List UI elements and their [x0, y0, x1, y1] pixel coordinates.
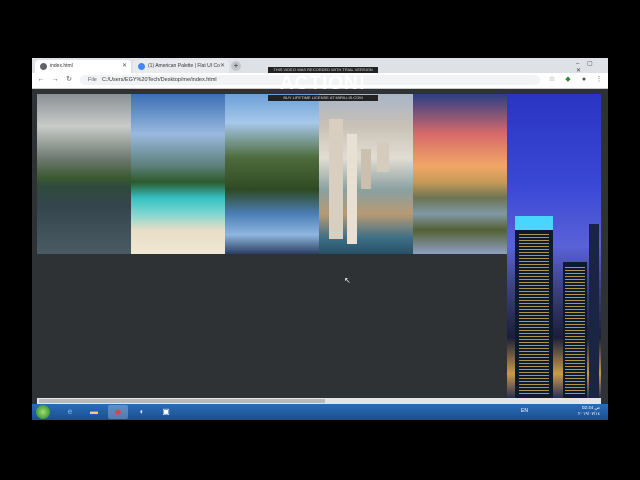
browser-window: index.html ✕ (1) American Palette | Flat…: [32, 58, 608, 420]
tab-index-html[interactable]: index.html ✕: [35, 60, 131, 73]
horizontal-scrollbar-thumb[interactable]: [39, 399, 325, 403]
close-tab-icon[interactable]: ✕: [122, 60, 127, 73]
forward-icon[interactable]: →: [50, 75, 60, 85]
photo-sunset-marsh: [413, 94, 507, 254]
photo-forest-lake-reflection: [225, 94, 319, 254]
app-icon[interactable]: ◐: [132, 405, 152, 419]
language-indicator[interactable]: EN: [521, 408, 528, 414]
recording-watermark: THIS VIDEO WAS RECORDED WITH TRIAL VERSI…: [268, 67, 378, 109]
file-scheme-label: File: [88, 77, 97, 83]
photo-coastal-city: [319, 94, 413, 254]
window-controls[interactable]: – ▢ ✕: [576, 60, 606, 74]
new-tab-button[interactable]: +: [231, 61, 241, 71]
web-page-content: [37, 94, 601, 398]
explorer-icon[interactable]: ▬: [84, 405, 104, 419]
windows-taskbar: e ▬ ◉ ◐ ▣ EN 02:44 ص ٢٠١٩/٠٧/١٤: [32, 404, 608, 420]
globe-icon: [40, 63, 47, 70]
close-tab-icon[interactable]: ✕: [220, 60, 225, 73]
chrome-icon[interactable]: ◉: [108, 405, 128, 419]
mouse-cursor: ↖: [344, 276, 351, 285]
reload-icon[interactable]: ↻: [64, 75, 74, 85]
watermark-brand: ACTION!: [279, 73, 367, 94]
media-icon[interactable]: ▣: [156, 405, 176, 419]
ie-icon[interactable]: e: [60, 405, 80, 419]
system-clock[interactable]: 02:44 ص ٢٠١٩/٠٧/١٤: [578, 405, 600, 417]
clock-date: ٢٠١٩/٠٧/١٤: [578, 411, 600, 416]
start-icon[interactable]: [36, 405, 50, 419]
tab-american-palette[interactable]: (1) American Palette | Flat UI Co ✕: [133, 60, 229, 73]
photo-tropical-beach: [131, 94, 225, 254]
photo-night-skyscrapers: [507, 94, 601, 398]
extension-icon[interactable]: ◆: [563, 75, 573, 85]
back-icon[interactable]: ←: [36, 75, 46, 85]
star-icon[interactable]: ☆: [547, 75, 557, 85]
tab-label: index.html: [50, 63, 73, 69]
profile-icon[interactable]: ●: [579, 75, 589, 85]
tab-label: (1) American Palette | Flat UI Co: [148, 63, 220, 69]
photo-mountain-lake: [37, 94, 131, 254]
menu-icon[interactable]: ⋮: [594, 75, 604, 85]
palette-icon: [138, 63, 145, 70]
watermark-bottom-text: BUY LIFETIME LICENSE AT MIRILLIS.COM: [268, 95, 378, 101]
address-url: C:/Users/EGY%20Tech/Desktop/me/index.htm…: [102, 77, 217, 83]
